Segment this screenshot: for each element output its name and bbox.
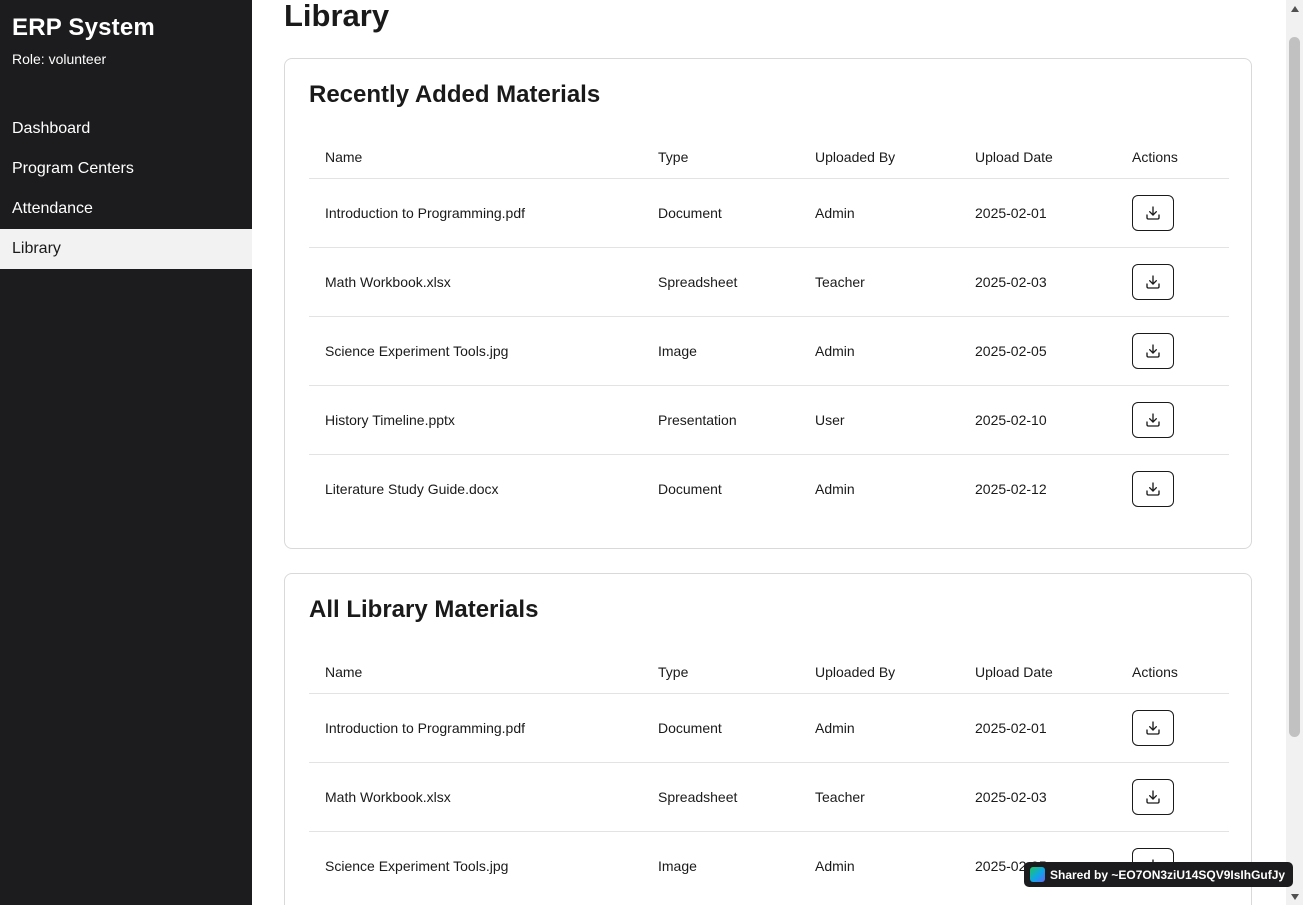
column-header-name: Name xyxy=(309,651,642,694)
sidebar-item-dashboard[interactable]: Dashboard xyxy=(0,109,252,149)
sidebar: ERP System Role: volunteer Dashboard Pro… xyxy=(0,0,252,905)
cell-uploaded-by: Teacher xyxy=(799,762,959,832)
cell-name: Science Experiment Tools.jpg xyxy=(325,857,509,874)
download-button[interactable] xyxy=(1132,263,1174,300)
vertical-scrollbar[interactable] xyxy=(1286,0,1303,905)
recent-materials-table: Name Type Uploaded By Upload Date Action… xyxy=(309,136,1229,523)
table-row: Math Workbook.xlsx Spreadsheet Teacher 2025… xyxy=(309,247,1229,317)
cell-type: Image xyxy=(658,857,697,874)
cell-name: Math Workbook.xlsx xyxy=(309,247,642,317)
scrollbar-thumb[interactable] xyxy=(1289,37,1300,737)
shared-by-badge[interactable]: Shared by ~EO7ON3ziU14SQV9IsIhGufJy xyxy=(1024,862,1294,887)
user-role: Role: volunteer xyxy=(12,51,107,67)
sidebar-item-library[interactable]: Library xyxy=(0,229,252,269)
table-row: Science Experiment Tools.jpg Image Admin 20… xyxy=(309,316,1229,386)
download-icon xyxy=(1145,412,1161,428)
download-icon xyxy=(1145,343,1161,359)
download-button[interactable] xyxy=(1132,401,1174,438)
table-header-row: Name Type Uploaded By Upload Date Action… xyxy=(309,651,1229,694)
column-header-upload-date: Upload Date xyxy=(959,651,1116,694)
sidebar-item-program-centers[interactable]: Program Centers xyxy=(0,149,252,189)
cell-upload-date: 2025-02-10 xyxy=(959,385,1116,455)
download-button[interactable] xyxy=(1132,778,1174,815)
cell-upload-date: 2025-02-03 xyxy=(959,762,1116,832)
cell-actions xyxy=(1116,762,1229,832)
cell-actions xyxy=(1116,693,1229,763)
cell-uploaded-by: Admin xyxy=(815,857,855,874)
cell-type: Image xyxy=(642,316,799,386)
table-row: Literature Study Guide.docx Document Admin… xyxy=(309,454,1229,523)
cell-upload-date: 2025-02-03 xyxy=(959,247,1116,317)
cell-name: Literature Study Guide.docx xyxy=(325,480,499,497)
download-icon xyxy=(1145,205,1161,221)
column-header-upload-date: Upload Date xyxy=(959,136,1116,179)
table-row: Introduction to Programming.pdf Document A… xyxy=(309,178,1229,248)
cell-name: History Timeline.pptx xyxy=(309,385,642,455)
sidebar-nav: Dashboard Program Centers Attendance Lib… xyxy=(0,109,252,269)
cell-upload-date: 2025-02-01 xyxy=(959,178,1116,248)
download-button[interactable] xyxy=(1132,470,1174,507)
cell-uploaded-by: Teacher xyxy=(799,247,959,317)
recent-materials-title: Recently Added Materials xyxy=(309,81,601,108)
app-root: ERP System Role: volunteer Dashboard Pro… xyxy=(0,0,1303,905)
column-header-uploaded-by: Uploaded By xyxy=(799,651,959,694)
cell-type: Document xyxy=(642,178,799,248)
recent-materials-body: Introduction to Programming.pdf Document A… xyxy=(309,178,1229,523)
cell-name: Science Experiment Tools.jpg xyxy=(309,316,642,386)
cell-actions xyxy=(1116,316,1229,386)
page-title: Library xyxy=(284,0,390,33)
table-row: History Timeline.pptx Presentation User 202… xyxy=(309,385,1229,455)
main-content: Library Recently Added Materials Name Ty… xyxy=(252,0,1286,905)
cell-type: Document xyxy=(642,693,799,763)
scroll-down-arrow-icon[interactable] xyxy=(1286,888,1303,905)
cell-name: Introduction to Programming.pdf xyxy=(309,693,642,763)
cell-actions xyxy=(1116,247,1229,317)
column-header-uploaded-by: Uploaded By xyxy=(799,136,959,179)
download-icon xyxy=(1145,720,1161,736)
cell-name: Math Workbook.xlsx xyxy=(309,762,642,832)
cell-type: Spreadsheet xyxy=(642,247,799,317)
share-logo-icon xyxy=(1030,867,1045,882)
cell-uploaded-by: Admin xyxy=(799,316,959,386)
cell-type: Spreadsheet xyxy=(642,762,799,832)
download-button[interactable] xyxy=(1132,709,1174,746)
cell-upload-date: 2025-02-05 xyxy=(959,316,1116,386)
cell-uploaded-by: User xyxy=(799,385,959,455)
shared-by-text: Shared by ~EO7ON3ziU14SQV9IsIhGufJy xyxy=(1050,867,1286,882)
cell-actions xyxy=(1116,454,1229,523)
table-row: Math Workbook.xlsx Spreadsheet Teacher 2025… xyxy=(309,762,1229,832)
column-header-type: Type xyxy=(642,136,799,179)
column-header-actions: Actions xyxy=(1116,651,1229,694)
column-header-name: Name xyxy=(309,136,642,179)
all-materials-title: All Library Materials xyxy=(309,596,539,623)
cell-type: Presentation xyxy=(642,385,799,455)
app-title: ERP System xyxy=(12,14,155,41)
cell-upload-date: 2025-02-12 xyxy=(975,480,1047,497)
table-row: Introduction to Programming.pdf Document A… xyxy=(309,693,1229,763)
download-button[interactable] xyxy=(1132,194,1174,231)
sidebar-item-attendance[interactable]: Attendance xyxy=(0,189,252,229)
cell-uploaded-by: Admin xyxy=(799,178,959,248)
cell-uploaded-by: Admin xyxy=(815,480,855,497)
download-icon xyxy=(1145,789,1161,805)
recent-materials-card: Recently Added Materials Name Type Uploa… xyxy=(284,58,1252,549)
download-icon xyxy=(1145,274,1161,290)
download-icon xyxy=(1145,481,1161,497)
scroll-up-arrow-icon[interactable] xyxy=(1286,0,1303,17)
cell-actions xyxy=(1116,178,1229,248)
cell-name: Introduction to Programming.pdf xyxy=(309,178,642,248)
cell-uploaded-by: Admin xyxy=(799,693,959,763)
table-header-row: Name Type Uploaded By Upload Date Action… xyxy=(309,136,1229,179)
column-header-type: Type xyxy=(642,651,799,694)
cell-actions xyxy=(1116,385,1229,455)
all-materials-card: All Library Materials Name Type Uploaded… xyxy=(284,573,1252,905)
column-header-actions: Actions xyxy=(1116,136,1229,179)
cell-upload-date: 2025-02-01 xyxy=(959,693,1116,763)
download-button[interactable] xyxy=(1132,332,1174,369)
cell-type: Document xyxy=(658,480,722,497)
